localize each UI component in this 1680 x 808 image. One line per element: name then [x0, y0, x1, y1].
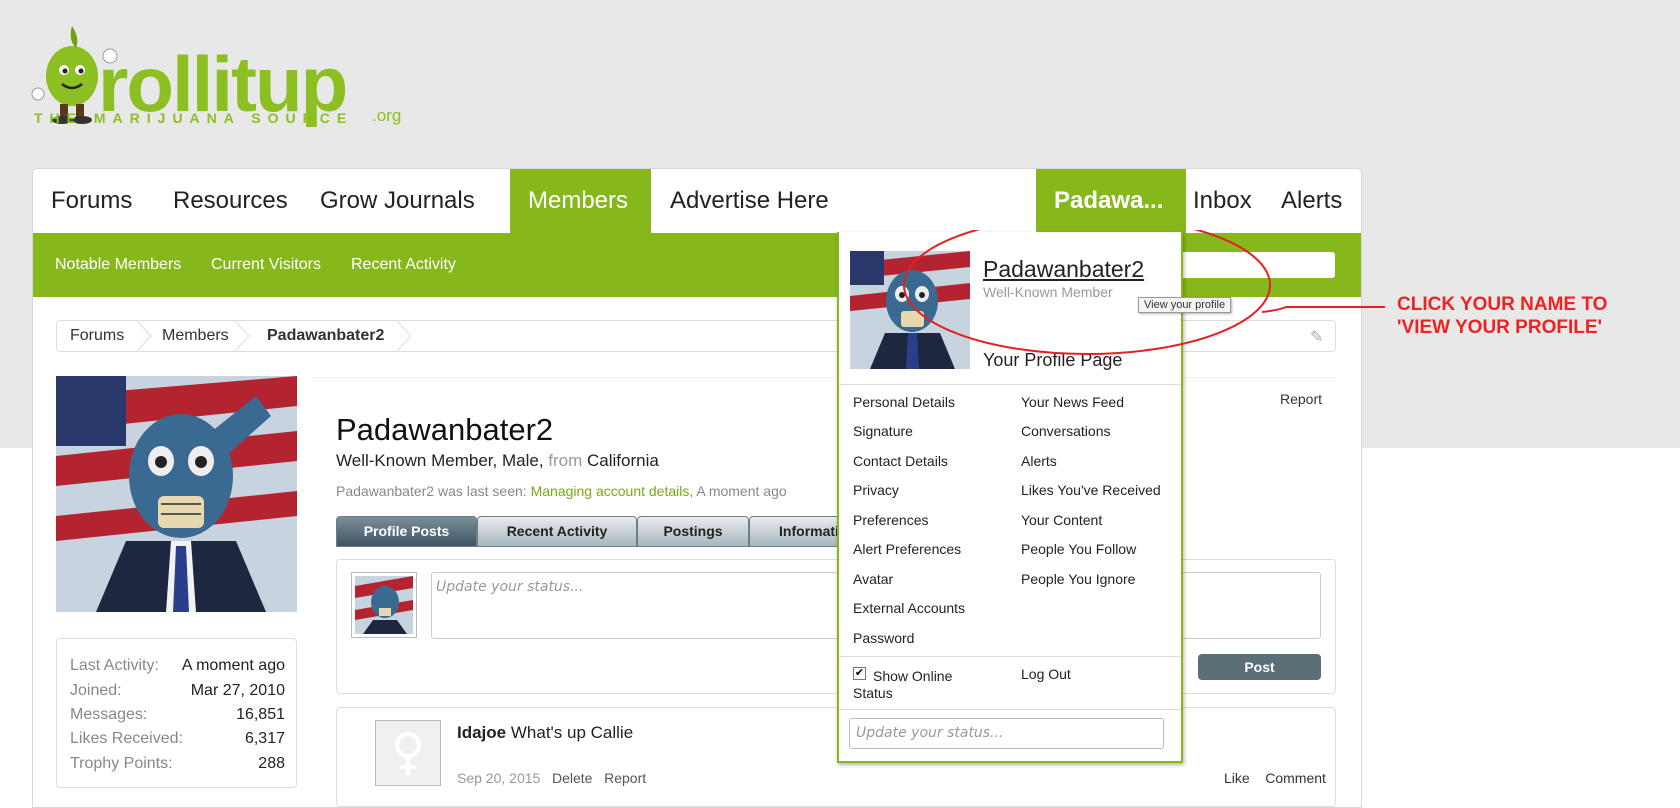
dropdown-divider [839, 709, 1181, 710]
menu-personal-details[interactable]: Personal Details [853, 394, 955, 410]
annotation-circle [903, 230, 1385, 355]
post-date[interactable]: Sep 20, 2015 [457, 770, 540, 786]
menu-external-accounts[interactable]: External Accounts [853, 600, 965, 616]
member-stats: Last Activity: A moment ago Joined: Mar 27… [56, 638, 297, 788]
main-nav: Forums Resources Grow Journals Members A… [33, 169, 1361, 233]
logo-tagline: THE MARIJUANA SOURCE [34, 110, 354, 126]
post-button[interactable]: Post [1198, 654, 1321, 680]
logout-link[interactable]: Log Out [1021, 666, 1071, 682]
menu-likes-received[interactable]: Likes You've Received [1021, 482, 1161, 498]
dropdown-status-input[interactable]: Update your status... [849, 718, 1164, 749]
annotation-text: CLICK YOUR NAME TO 'VIEW YOUR PROFILE' [1397, 294, 1608, 338]
stat-trophy-points: Trophy Points: 288 [70, 755, 285, 772]
stat-likes-received: Likes Received: 6,317 [70, 730, 285, 747]
nav-grow-journals[interactable]: Grow Journals [302, 169, 493, 233]
breadcrumb-arrow-icon [137, 321, 152, 351]
menu-your-content[interactable]: Your Content [1021, 512, 1102, 528]
last-seen: Padawanbater2 was last seen: Managing ac… [336, 483, 787, 499]
post-delete-link[interactable]: Delete [552, 770, 592, 786]
tab-recent-activity[interactable]: Recent Activity [477, 516, 637, 547]
nav-user-account[interactable]: Padawa... [1036, 169, 1186, 233]
stat-last-activity: Last Activity: A moment ago [70, 657, 285, 674]
stat-joined: Joined: Mar 27, 2010 [70, 682, 285, 699]
nav-forums[interactable]: Forums [33, 169, 150, 233]
profile-title: Well-Known Member, Male, from California [336, 451, 659, 470]
breadcrumb-current[interactable]: Padawanbater2 [267, 321, 384, 351]
tab-profile-posts[interactable]: Profile Posts [336, 516, 477, 547]
menu-contact-details[interactable]: Contact Details [853, 453, 948, 469]
tab-postings[interactable]: Postings [637, 516, 749, 547]
breadcrumb-members[interactable]: Members [162, 321, 229, 351]
subnav-notable-members[interactable]: Notable Members [55, 233, 181, 297]
post-author-avatar[interactable] [375, 720, 441, 786]
nav-inbox[interactable]: Inbox [1181, 169, 1264, 233]
like-link[interactable]: Like [1224, 770, 1250, 786]
menu-people-you-follow[interactable]: People You Follow [1021, 541, 1136, 557]
nav-advertise[interactable]: Advertise Here [652, 169, 847, 233]
menu-password[interactable]: Password [853, 630, 914, 646]
status-avatar[interactable] [351, 572, 417, 638]
post-meta: Sep 20, 2015 Delete Report [457, 770, 646, 786]
profile-avatar[interactable] [56, 376, 297, 612]
stat-messages: Messages: 16,851 [70, 706, 285, 723]
menu-avatar[interactable]: Avatar [853, 571, 893, 587]
subnav-recent-activity[interactable]: Recent Activity [351, 233, 456, 297]
default-avatar-icon [376, 721, 440, 785]
comment-link[interactable]: Comment [1265, 770, 1326, 786]
post-report-link[interactable]: Report [604, 770, 646, 786]
last-seen-link[interactable]: Managing account details [531, 483, 690, 499]
menu-news-feed[interactable]: Your News Feed [1021, 394, 1124, 410]
nav-members[interactable]: Members [510, 169, 651, 233]
nav-resources[interactable]: Resources [155, 169, 306, 233]
breadcrumb-arrow-icon [397, 321, 412, 351]
profile-post [336, 707, 1336, 807]
dropdown-divider [839, 656, 1181, 657]
show-online-label[interactable]: Show Online Status [853, 668, 973, 702]
post-content: Idajoe What's up Callie [457, 723, 634, 742]
profile-name: Padawanbater2 [336, 412, 554, 447]
report-profile-link[interactable]: Report [1280, 391, 1322, 407]
menu-preferences[interactable]: Preferences [853, 512, 928, 528]
menu-people-you-ignore[interactable]: People You Ignore [1021, 571, 1135, 587]
profile-location-link[interactable]: California [587, 451, 659, 470]
menu-alert-preferences[interactable]: Alert Preferences [853, 541, 961, 557]
menu-signature[interactable]: Signature [853, 423, 913, 439]
menu-privacy[interactable]: Privacy [853, 482, 899, 498]
post-actions: Like Comment [1224, 770, 1326, 786]
subnav-current-visitors[interactable]: Current Visitors [211, 233, 321, 297]
menu-conversations[interactable]: Conversations [1021, 423, 1111, 439]
nav-alerts[interactable]: Alerts [1269, 169, 1354, 233]
menu-alerts[interactable]: Alerts [1021, 453, 1057, 469]
breadcrumb-arrow-icon [235, 321, 250, 351]
post-author-link[interactable]: Idajoe [457, 723, 506, 742]
logo-tld: .org [372, 106, 402, 125]
breadcrumb-forums[interactable]: Forums [70, 321, 124, 351]
